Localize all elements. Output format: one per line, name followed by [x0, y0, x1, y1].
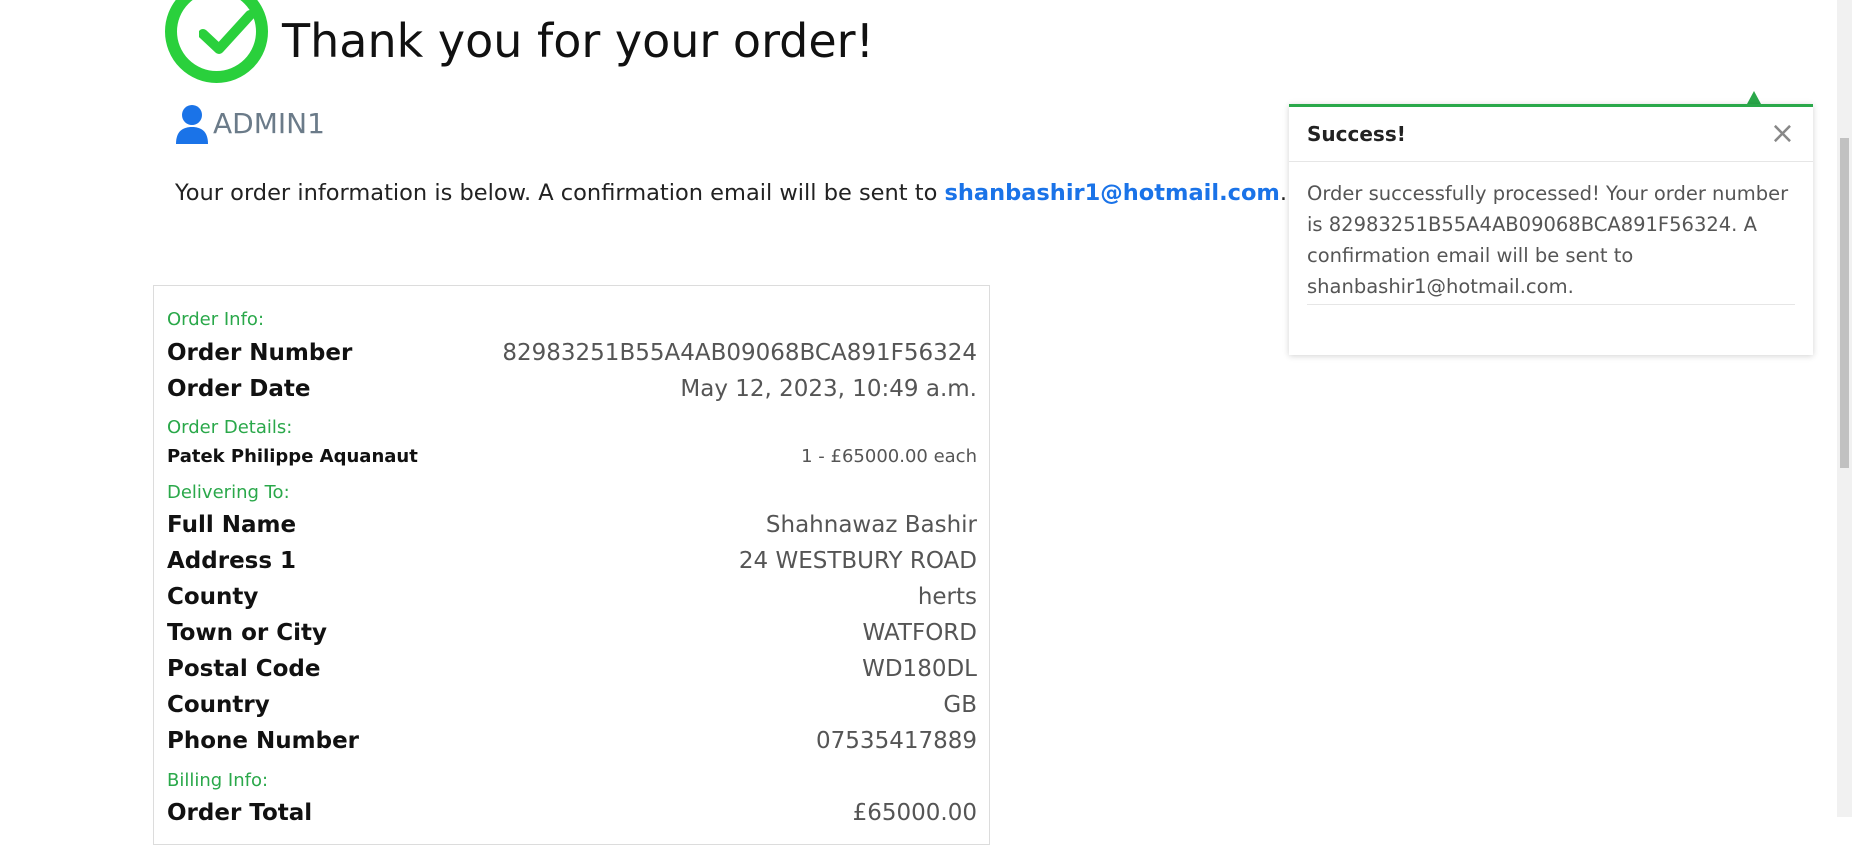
- toast-header: Success! ×: [1289, 107, 1813, 162]
- country-value: GB: [943, 692, 977, 718]
- row-county: County herts: [167, 584, 977, 610]
- order-total-label: Order Total: [167, 800, 313, 826]
- order-date-label: Order Date: [167, 376, 311, 402]
- row-address1: Address 1 24 WESTBURY ROAD: [167, 548, 977, 574]
- postal-code-label: Postal Code: [167, 656, 321, 682]
- order-number-value: 82983251B55A4AB09068BCA891F56324: [502, 340, 977, 366]
- toast-title: Success!: [1307, 122, 1406, 146]
- scrollbar-thumb[interactable]: [1840, 138, 1849, 468]
- order-number-label: Order Number: [167, 340, 353, 366]
- town-value: WATFORD: [862, 620, 977, 646]
- order-total-value: £65000.00: [852, 800, 977, 826]
- address1-value: 24 WESTBURY ROAD: [738, 548, 977, 574]
- toast-divider: [1307, 304, 1795, 305]
- intro-suffix: .: [1279, 180, 1288, 206]
- email-link[interactable]: shanbashir1@hotmail.com: [945, 180, 1280, 206]
- user-icon: [176, 105, 208, 144]
- row-order-date: Order Date May 12, 2023, 10:49 a.m.: [167, 376, 977, 402]
- county-value: herts: [917, 584, 977, 610]
- check-icon: [199, 10, 254, 54]
- postal-code-value: WD180DL: [862, 656, 977, 682]
- order-intro: Your order information is below. A confi…: [175, 180, 1287, 206]
- item-quantity-price: 1 - £65000.00 each: [801, 446, 977, 467]
- full-name-value: Shahnawaz Bashir: [765, 512, 977, 538]
- row-full-name: Full Name Shahnawaz Bashir: [167, 512, 977, 538]
- row-order-number: Order Number 82983251B55A4AB09068BCA891F…: [167, 340, 977, 366]
- row-postal-code: Postal Code WD180DL: [167, 656, 977, 682]
- success-check-icon: [165, 0, 268, 83]
- intro-text: Your order information is below. A confi…: [175, 180, 945, 206]
- county-label: County: [167, 584, 259, 610]
- success-toast: Success! × Order successfully processed!…: [1289, 104, 1813, 355]
- user-info: ADMIN1: [175, 104, 325, 144]
- order-date-value: May 12, 2023, 10:49 a.m.: [680, 376, 977, 402]
- full-name-label: Full Name: [167, 512, 297, 538]
- toast-arrow: [1747, 91, 1761, 104]
- row-phone: Phone Number 07535417889: [167, 728, 977, 754]
- toast-message: Order successfully processed! Your order…: [1307, 182, 1789, 298]
- row-order-total: Order Total £65000.00: [167, 800, 977, 826]
- section-order-info: Order Info:: [167, 309, 265, 330]
- order-summary-card: Order Info: Order Number 82983251B55A4AB…: [153, 285, 990, 845]
- row-order-item: Patek Philippe Aquanaut 1 - £65000.00 ea…: [167, 446, 977, 467]
- row-country: Country GB: [167, 692, 977, 718]
- page-title: Thank you for your order!: [282, 14, 875, 68]
- phone-value: 07535417889: [816, 728, 977, 754]
- address1-label: Address 1: [167, 548, 297, 574]
- phone-label: Phone Number: [167, 728, 360, 754]
- country-label: Country: [167, 692, 270, 718]
- row-town: Town or City WATFORD: [167, 620, 977, 646]
- town-label: Town or City: [167, 620, 327, 646]
- section-billing-info: Billing Info:: [167, 770, 269, 791]
- username: ADMIN1: [213, 107, 325, 140]
- close-icon[interactable]: ×: [1770, 119, 1795, 149]
- section-delivering-to: Delivering To:: [167, 482, 290, 503]
- item-name: Patek Philippe Aquanaut: [167, 446, 418, 467]
- section-order-details: Order Details:: [167, 417, 293, 438]
